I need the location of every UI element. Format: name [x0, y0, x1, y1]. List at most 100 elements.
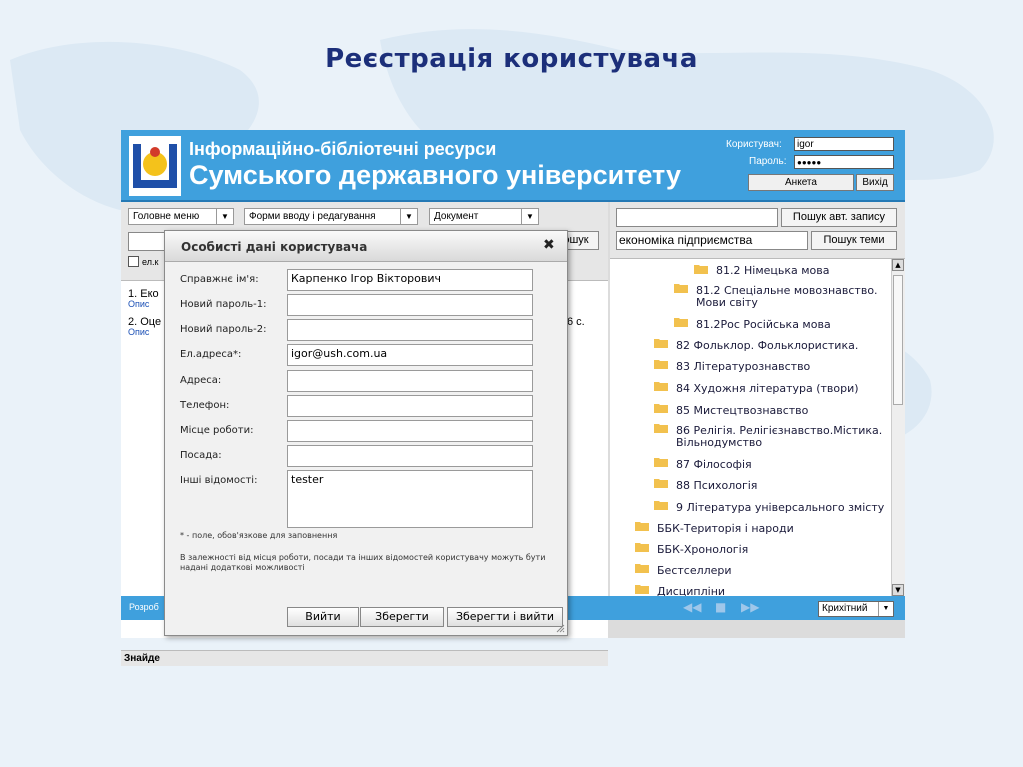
- scroll-up-icon[interactable]: ▲: [892, 259, 904, 271]
- dialog-header[interactable]: Особисті дані користувача ✖: [165, 231, 567, 262]
- chevron-down-icon: ▼: [521, 209, 538, 224]
- tree-item[interactable]: 83 Літературознавство: [676, 361, 810, 373]
- rewind-icon[interactable]: ◀◀: [683, 600, 701, 614]
- result-link-1[interactable]: Опис: [128, 299, 149, 309]
- tree-item[interactable]: 85 Мистецтвознавство: [676, 405, 808, 417]
- realname-label: Справжнє ім'я:: [180, 274, 259, 285]
- forms-menu-label: Форми вводу і редагування: [249, 211, 376, 222]
- position-field[interactable]: [287, 445, 533, 467]
- tree-item[interactable]: ББК-Територія і народи: [657, 523, 794, 535]
- tree-item[interactable]: ББК-Хронологія: [657, 544, 748, 556]
- tree-item[interactable]: 86 Релігія. Релігієзнавство.Містика. Віл…: [676, 425, 886, 449]
- password-label: Пароль:: [749, 156, 787, 167]
- tree-item[interactable]: 87 Філософія: [676, 459, 752, 471]
- topic-tree: 81.2 Німецька мова 81.2 Спеціальне мовоз…: [610, 259, 890, 596]
- permissions-note: В залежності від місця роботи, посади та…: [180, 553, 546, 572]
- folder-icon: [654, 501, 668, 510]
- folder-icon: [654, 424, 668, 433]
- email-label: Ел.адреса*:: [180, 349, 242, 360]
- result-link-2[interactable]: Опис: [128, 327, 149, 337]
- font-size-select[interactable]: Крихітний ▼: [818, 601, 894, 617]
- folder-icon: [654, 404, 668, 413]
- resize-grip-icon[interactable]: [556, 624, 565, 633]
- search-input[interactable]: [128, 232, 168, 251]
- folder-icon: [635, 543, 649, 552]
- document-menu-label: Документ: [434, 211, 479, 222]
- author-search-button[interactable]: Пошук авт. запису: [781, 208, 897, 227]
- folder-icon: [654, 360, 668, 369]
- exit-button[interactable]: Вихід: [856, 174, 894, 191]
- main-menu-select[interactable]: Головне меню ▼: [128, 208, 234, 225]
- exit-dialog-button[interactable]: Вийти: [287, 607, 359, 627]
- tree-item[interactable]: 82 Фольклор. Фольклористика.: [676, 340, 858, 352]
- other-info-label: Інші відомості:: [180, 475, 258, 486]
- realname-field[interactable]: Карпенко Ігор Вікторович: [287, 269, 533, 291]
- topic-toolbar: Пошук авт. запису економіка підприємства…: [610, 202, 905, 259]
- phone-label: Телефон:: [180, 400, 230, 411]
- address-label: Адреса:: [180, 375, 222, 386]
- email-field[interactable]: igor@ush.com.ua: [287, 344, 533, 366]
- folder-icon: [635, 522, 649, 531]
- folder-icon: [674, 284, 688, 293]
- header-line2: Сумського державного університету: [189, 160, 681, 190]
- tree-item[interactable]: 88 Психологія: [676, 480, 757, 492]
- tree-item[interactable]: 81.2 Спеціальне мовознавство. Мови світу: [696, 285, 886, 309]
- folder-icon: [654, 458, 668, 467]
- newpass2-label: Новий пароль-2:: [180, 324, 267, 335]
- tree-item[interactable]: 84 Художня література (твори): [676, 383, 859, 395]
- tree-item[interactable]: 81.2Рос Російська мова: [696, 319, 831, 331]
- user-profile-dialog: Особисті дані користувача ✖ Справжнє ім'…: [164, 230, 568, 636]
- newpass1-label: Новий пароль-1:: [180, 299, 267, 310]
- newpass2-field[interactable]: [287, 319, 533, 341]
- author-search-input[interactable]: [616, 208, 778, 227]
- scroll-thumb[interactable]: [893, 275, 903, 405]
- slide-title: Реєстрація користувача: [325, 44, 698, 74]
- phone-field[interactable]: [287, 395, 533, 417]
- folder-icon: [635, 564, 649, 573]
- dialog-title: Особисті дані користувача: [181, 240, 368, 254]
- stop-icon[interactable]: ■: [715, 600, 726, 614]
- other-info-textarea[interactable]: tester: [287, 470, 533, 528]
- tree-item[interactable]: 9 Література універсального змісту: [676, 502, 884, 514]
- save-and-exit-button[interactable]: Зберегти і вийти: [447, 607, 563, 627]
- topic-search-input[interactable]: економіка підприємства: [616, 231, 808, 250]
- close-icon[interactable]: ✖: [543, 237, 555, 253]
- work-label: Місце роботи:: [180, 425, 254, 436]
- footer-developer-label: Розроб: [129, 602, 159, 612]
- chevron-down-icon: ▼: [216, 209, 233, 224]
- profile-button[interactable]: Анкета: [748, 174, 854, 191]
- chevron-down-icon: ▼: [400, 209, 417, 224]
- work-field[interactable]: [287, 420, 533, 442]
- required-note: * - поле, обов'язкове для заповнення: [180, 531, 338, 540]
- folder-icon: [694, 265, 708, 274]
- university-logo-icon: [129, 136, 181, 196]
- tree-item[interactable]: Бестселлери: [657, 565, 732, 577]
- forms-menu-select[interactable]: Форми вводу і редагування ▼: [244, 208, 418, 225]
- tree-scrollbar[interactable]: ▲ ▼: [891, 259, 905, 596]
- header-line1: Інформаційно-бібліотечні ресурси: [189, 139, 497, 159]
- folder-icon: [654, 382, 668, 391]
- scroll-down-icon[interactable]: ▼: [892, 584, 904, 596]
- user-label: Користувач:: [726, 139, 782, 150]
- user-field[interactable]: igor: [794, 137, 894, 151]
- tree-item[interactable]: 81.2 Німецька мова: [716, 265, 830, 277]
- save-button[interactable]: Зберегти: [360, 607, 444, 627]
- document-menu-select[interactable]: Документ ▼: [429, 208, 539, 225]
- catalog-checkbox[interactable]: [128, 256, 139, 267]
- password-field[interactable]: ●●●●●: [794, 155, 894, 169]
- folder-icon: [654, 479, 668, 488]
- tree-item[interactable]: Дисципліни: [657, 586, 725, 597]
- newpass1-field[interactable]: [287, 294, 533, 316]
- chevron-down-icon: ▼: [878, 602, 893, 616]
- address-field[interactable]: [287, 370, 533, 392]
- result-pages-2: 6 с.: [567, 316, 585, 328]
- topic-search-button[interactable]: Пошук теми: [811, 231, 897, 250]
- folder-icon: [635, 585, 649, 594]
- position-label: Посада:: [180, 450, 222, 461]
- folder-icon: [654, 339, 668, 348]
- catalog-checkbox-label: ел.к: [142, 257, 159, 267]
- fast-forward-icon[interactable]: ▶▶: [741, 600, 759, 614]
- app-header: Інформаційно-бібліотечні ресурси Сумсько…: [121, 130, 905, 202]
- main-menu-label: Головне меню: [133, 211, 200, 222]
- found-count: Знайде: [121, 650, 608, 666]
